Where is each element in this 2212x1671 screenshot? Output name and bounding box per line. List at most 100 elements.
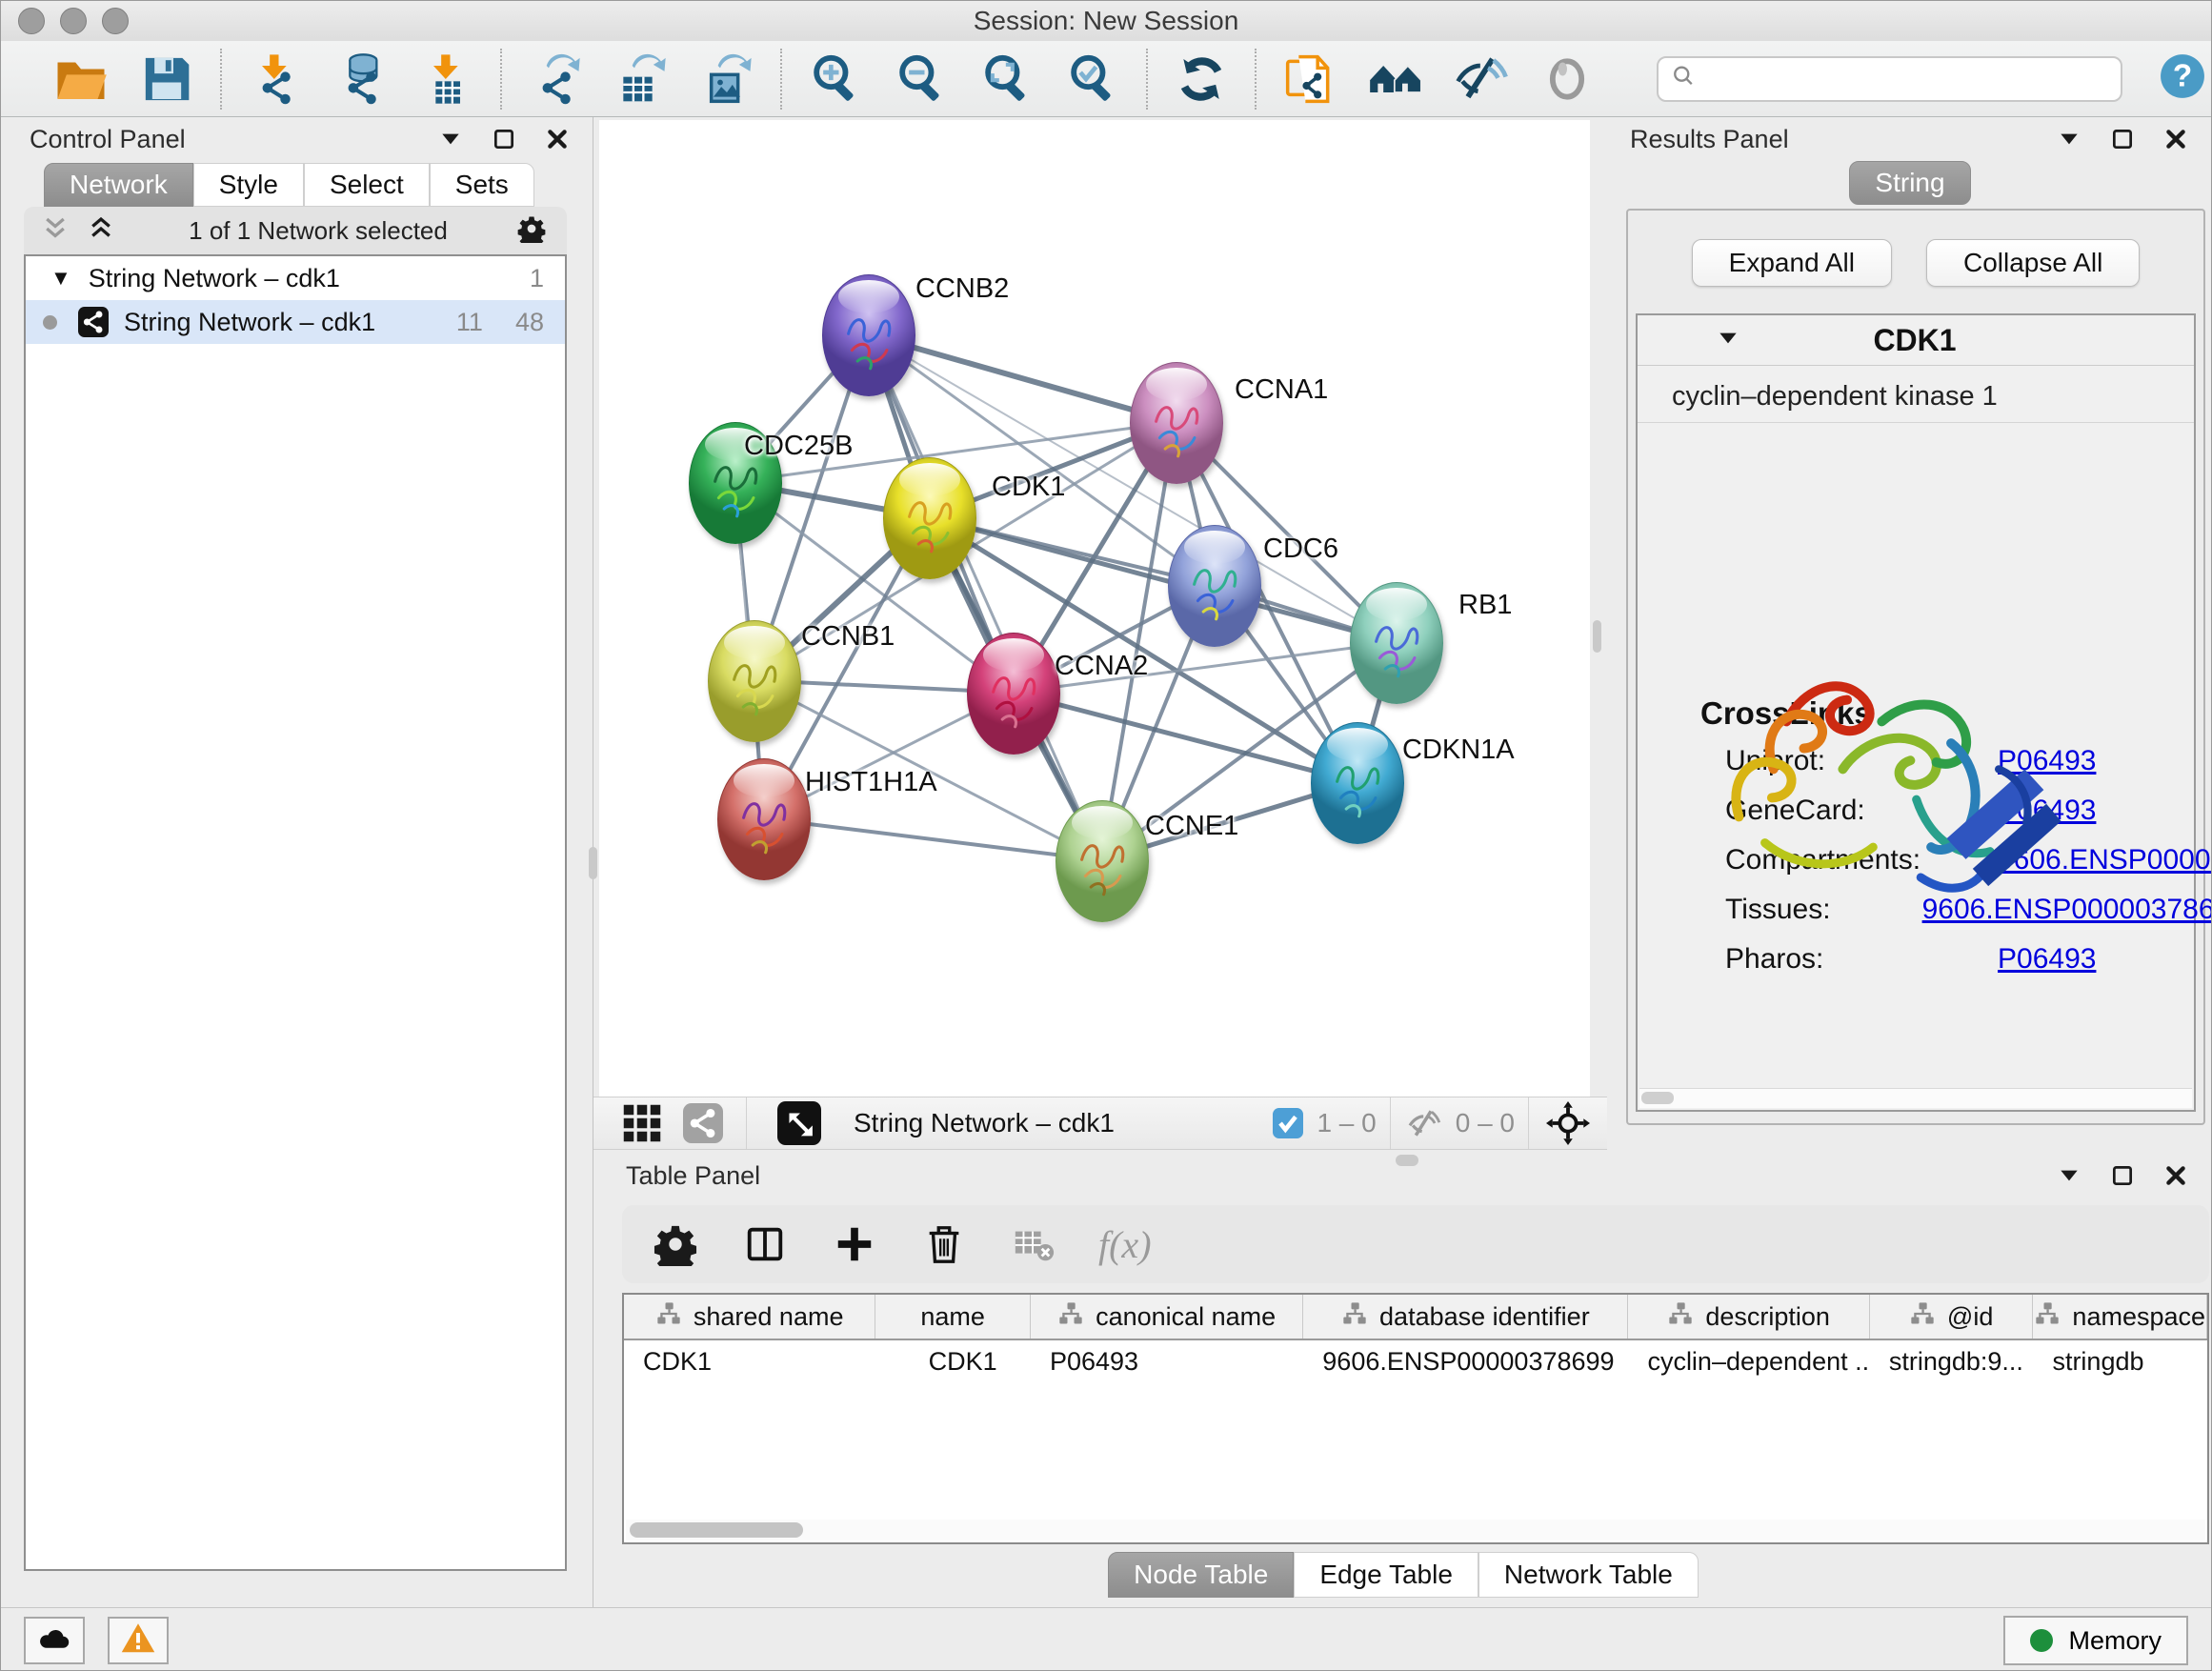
column-header-shared-name[interactable]: shared name [624, 1295, 875, 1339]
refresh-icon[interactable] [1173, 50, 1230, 108]
column-header-namespace[interactable]: namespace [2033, 1295, 2207, 1339]
table-cell[interactable]: cyclin–dependent ... [1628, 1347, 1869, 1377]
home-icon[interactable] [1367, 50, 1424, 108]
table-cell[interactable]: stringdb:9... [1870, 1347, 2034, 1377]
network-options-gear-icon[interactable] [517, 214, 550, 247]
table-panel: Table Panel f(x) shared namenamecanonica… [593, 1152, 2212, 1607]
network-collection-row[interactable]: ▼ String Network – cdk1 1 [26, 256, 565, 300]
selected-nodes-checkbox-icon[interactable] [1273, 1108, 1303, 1138]
export-network-icon[interactable] [527, 50, 584, 108]
help-icon: ? [2159, 52, 2206, 105]
table-close-icon[interactable] [2162, 1161, 2190, 1190]
tab-style[interactable]: Style [193, 163, 304, 207]
tab-select[interactable]: Select [304, 163, 430, 207]
open-icon[interactable] [52, 50, 110, 108]
panel-menu-icon[interactable] [436, 125, 465, 153]
cloud-button[interactable] [24, 1617, 85, 1664]
panel-close-icon[interactable] [543, 125, 572, 153]
export-table-icon[interactable] [613, 50, 670, 108]
tab-edge-table[interactable]: Edge Table [1294, 1552, 1478, 1598]
node-label-CCNB1: CCNB1 [801, 621, 895, 653]
network-node-CDKN1A[interactable] [1311, 722, 1404, 844]
column-header-canonical-name[interactable]: canonical name [1031, 1295, 1303, 1339]
import-table-icon[interactable] [418, 50, 475, 108]
network-node-CDK1[interactable] [883, 457, 976, 579]
results-hscrollbar[interactable] [1639, 1088, 2192, 1108]
node-label-CDC6: CDC6 [1263, 534, 1338, 565]
table-cell[interactable]: 9606.ENSP00000378699 [1303, 1347, 1628, 1377]
expand-all-button[interactable]: Expand All [1692, 239, 1892, 287]
results-float-icon[interactable] [2108, 125, 2137, 153]
shared-column-icon [1057, 1300, 1084, 1334]
gene-collapse-icon[interactable] [1716, 326, 1740, 355]
left-splitter-handle[interactable] [589, 847, 597, 879]
memory-button[interactable]: Memory [2003, 1616, 2188, 1665]
right-splitter-handle[interactable] [1593, 620, 1601, 653]
results-close-icon[interactable] [2162, 125, 2190, 153]
zoom-selected-icon[interactable] [1064, 50, 1121, 108]
zoom-out-icon[interactable] [893, 50, 950, 108]
tab-network[interactable]: Network [44, 163, 193, 207]
tab-string[interactable]: String [1849, 161, 1970, 205]
warnings-button[interactable] [108, 1617, 169, 1664]
hide-icon[interactable] [1453, 50, 1510, 108]
view-grid-icon[interactable] [622, 1103, 662, 1143]
memory-status-dot-icon [2030, 1629, 2053, 1652]
network-node-CCNE1[interactable] [1056, 800, 1149, 922]
table-row[interactable]: CDK1CDK1P064939606.ENSP00000378699cyclin… [624, 1340, 2207, 1382]
expand-all-icon[interactable] [87, 214, 119, 247]
delete-column-icon[interactable] [919, 1219, 969, 1269]
table-cell[interactable]: P06493 [1031, 1347, 1303, 1377]
column-header-@id[interactable]: @id [1870, 1295, 2034, 1339]
table-hscrollbar[interactable] [626, 1520, 2205, 1540]
show-icon[interactable] [1538, 50, 1596, 108]
hidden-elements-icon[interactable] [1406, 1105, 1442, 1141]
collapse-all-icon[interactable] [41, 214, 73, 247]
network-row[interactable]: String Network – cdk1 11 48 [26, 300, 565, 344]
export-image-icon[interactable] [698, 50, 755, 108]
column-header-database-identifier[interactable]: database identifier [1303, 1295, 1628, 1339]
column-header-description[interactable]: description [1628, 1295, 1869, 1339]
collapse-all-button[interactable]: Collapse All [1926, 239, 2140, 287]
network-node-CCNB1[interactable] [708, 620, 801, 742]
table-cell[interactable]: stringdb [2033, 1347, 2207, 1377]
share-session-icon[interactable] [1281, 50, 1338, 108]
table-float-icon[interactable] [2108, 1161, 2137, 1190]
zoom-fit-icon[interactable] [978, 50, 1036, 108]
tab-sets[interactable]: Sets [430, 163, 534, 207]
table-options-gear-icon[interactable] [651, 1219, 700, 1269]
network-node-CDC6[interactable] [1168, 525, 1261, 647]
zoom-in-icon[interactable] [807, 50, 864, 108]
gene-description: cyclin–dependent kinase 1 [1638, 366, 2194, 423]
search-icon [1659, 63, 1704, 94]
network-node-RB1[interactable] [1350, 582, 1443, 704]
table-menu-icon[interactable] [2055, 1161, 2083, 1190]
collection-expand-icon[interactable]: ▼ [50, 266, 71, 291]
network-edge-count: 48 [515, 308, 544, 337]
column-header-name[interactable]: name [875, 1295, 1031, 1339]
results-menu-icon[interactable] [2055, 125, 2083, 153]
network-node-HIST1H1A[interactable] [717, 758, 811, 880]
save-icon[interactable] [138, 50, 195, 108]
view-string-icon[interactable] [683, 1103, 723, 1143]
add-column-icon[interactable] [830, 1219, 879, 1269]
help-button[interactable]: ? [2155, 50, 2211, 108]
panel-float-icon[interactable] [490, 125, 518, 153]
crosslink-link[interactable]: P06493 [1998, 943, 2096, 976]
tab-network-table[interactable]: Network Table [1478, 1552, 1699, 1598]
import-network-icon[interactable] [247, 50, 304, 108]
network-view-canvas[interactable]: CCNB2CCNA1CDC25BCDK1CDC6RB1CCNB1CCNA2CDK… [599, 120, 1590, 1097]
network-node-CCNA2[interactable] [967, 633, 1060, 755]
network-node-CCNA1[interactable] [1130, 362, 1223, 484]
birds-eye-view-icon[interactable] [777, 1101, 821, 1145]
control-panel-tabs: NetworkStyleSelectSets [44, 163, 593, 207]
network-node-CCNB2[interactable] [822, 274, 915, 396]
bottom-splitter-handle[interactable] [1396, 1155, 1418, 1166]
tab-node-table[interactable]: Node Table [1108, 1552, 1294, 1598]
table-cell[interactable]: CDK1 [875, 1347, 1031, 1377]
table-cell[interactable]: CDK1 [624, 1347, 875, 1377]
fit-selected-icon[interactable] [1546, 1101, 1590, 1145]
show-columns-icon[interactable] [740, 1219, 790, 1269]
import-database-icon[interactable] [332, 50, 390, 108]
search-input[interactable] [1704, 61, 2121, 97]
